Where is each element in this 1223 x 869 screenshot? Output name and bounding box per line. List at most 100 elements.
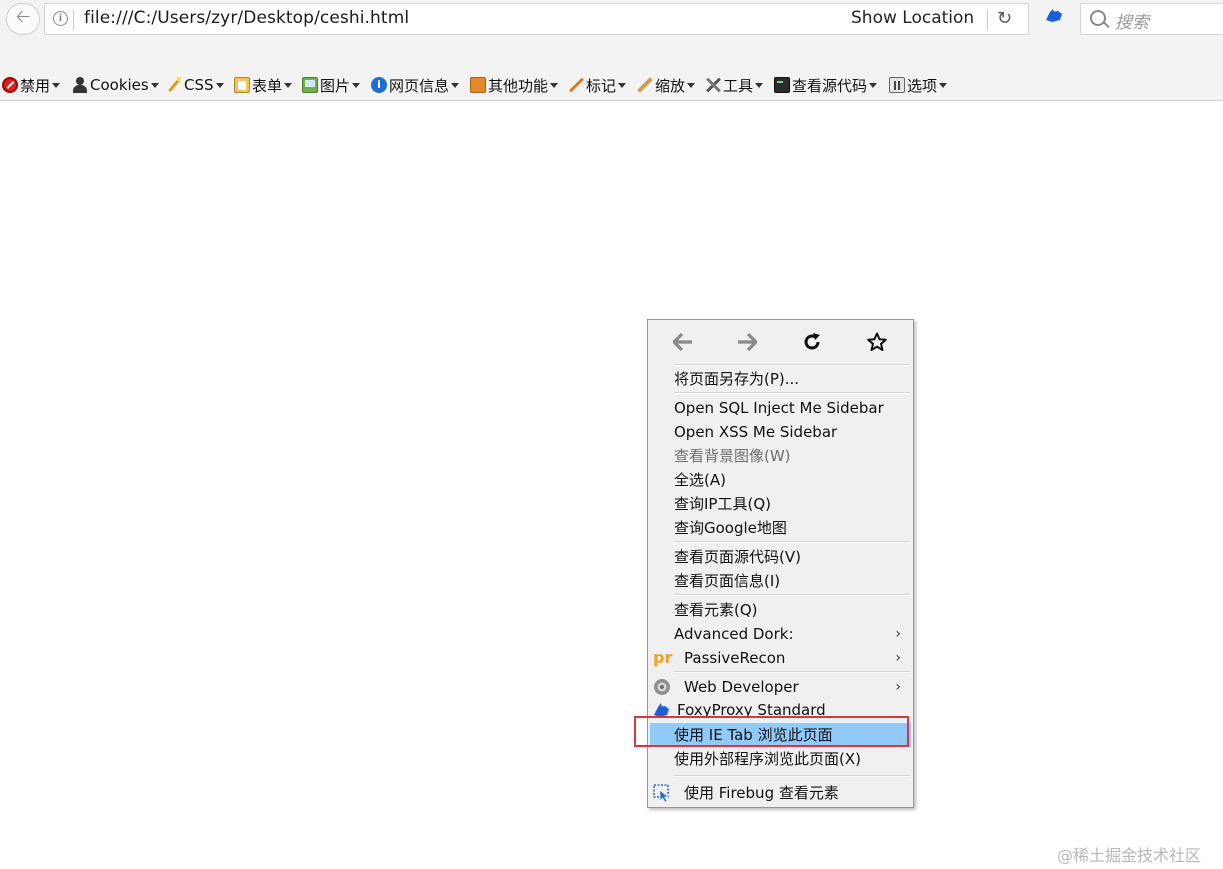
information-icon: i <box>371 77 387 93</box>
search-bar[interactable]: 搜索 <box>1080 3 1223 35</box>
caret-down-icon <box>687 82 696 88</box>
advanced-dork-submenu[interactable]: Advanced Dork: › <box>650 622 911 646</box>
menu-item-label: 使用外部程序浏览此页面(X) <box>674 750 861 768</box>
context-nav-row <box>648 320 913 364</box>
menu-item-label: PassiveRecon <box>684 649 786 667</box>
toolbar-miscellaneous-menu[interactable]: 其他功能 <box>470 75 559 95</box>
toolbar-css-menu[interactable]: CSS <box>166 75 224 95</box>
submenu-arrow-icon: › <box>895 650 901 666</box>
menu-separator <box>674 541 910 543</box>
toolbar-item-label: 网页信息 <box>389 76 450 95</box>
caret-down-icon <box>869 82 878 88</box>
options-icon <box>889 77 905 93</box>
foxyproxy-toolbar-icon[interactable] <box>1044 8 1064 24</box>
caret-down-icon <box>550 82 559 88</box>
url-bar[interactable]: i file:///C:/Users/zyr/Desktop/ceshi.htm… <box>44 3 1029 35</box>
forms-icon <box>234 77 250 93</box>
bookmark-star-icon[interactable] <box>865 331 889 353</box>
toolbar-item-label: 选项 <box>907 76 938 95</box>
outline-icon <box>568 77 584 93</box>
menu-separator <box>674 775 910 777</box>
toolbar-forms-menu[interactable]: 表单 <box>234 75 293 95</box>
navigation-bar: 🡠 i file:///C:/Users/zyr/Desktop/ceshi.h… <box>0 0 1223 60</box>
ip-lookup-item[interactable]: 查询IP工具(Q) <box>650 492 911 516</box>
images-icon <box>302 77 318 93</box>
search-icon <box>1090 10 1106 26</box>
back-icon[interactable] <box>671 331 695 353</box>
caret-down-icon <box>939 82 948 88</box>
caret-down-icon <box>215 82 224 88</box>
toolbar-options-menu[interactable]: 选项 <box>889 75 948 95</box>
save-page-as-item[interactable]: 将页面另存为(P)... <box>650 367 911 391</box>
url-divider-right <box>987 10 988 30</box>
web-developer-toolbar: 禁用 Cookies CSS 表单 图片 i 网页信息 其他功能 标记 缩放 工… <box>0 60 1223 101</box>
submenu-arrow-icon: › <box>895 679 901 695</box>
submenu-arrow-icon: › <box>895 626 901 642</box>
view-page-info-item[interactable]: 查看页面信息(I) <box>650 569 911 593</box>
menu-item-label: Open XSS Me Sidebar <box>674 423 838 441</box>
web-developer-icon <box>654 679 670 695</box>
passiverecon-submenu[interactable]: pr PassiveRecon › <box>650 646 911 670</box>
menu-item-label: 查看页面源代码(V) <box>674 548 801 566</box>
toolbar-item-label: Cookies <box>90 76 149 94</box>
url-divider <box>73 10 74 30</box>
toolbar-cookies-menu[interactable]: Cookies <box>72 75 159 95</box>
firebug-inspect-icon <box>653 784 669 802</box>
menu-item-label: 使用 Firebug 查看元素 <box>684 784 839 802</box>
google-maps-item[interactable]: 查询Google地图 <box>650 516 911 540</box>
toolbar-item-label: CSS <box>184 76 214 94</box>
info-icon[interactable]: i <box>53 11 68 26</box>
reload-icon[interactable]: ↻ <box>997 8 1012 29</box>
passiverecon-icon: pr <box>653 648 673 667</box>
menu-separator <box>674 364 910 366</box>
toolbar-item-label: 图片 <box>320 76 351 95</box>
url-text[interactable]: file:///C:/Users/zyr/Desktop/ceshi.html <box>84 8 409 28</box>
caret-down-icon <box>352 82 361 88</box>
caret-down-icon <box>451 82 460 88</box>
web-developer-submenu[interactable]: Web Developer › <box>650 675 911 699</box>
menu-item-label: 查看元素(Q) <box>674 601 758 619</box>
toolbar-item-label: 工具 <box>723 76 754 95</box>
select-all-item[interactable]: 全选(A) <box>650 468 911 492</box>
external-program-browse-item[interactable]: 使用外部程序浏览此页面(X) <box>650 747 911 771</box>
menu-item-label: 全选(A) <box>674 471 726 489</box>
annotation-highlight-box <box>634 716 909 747</box>
disable-icon <box>2 77 18 93</box>
toolbar-outline-menu[interactable]: 标记 <box>568 75 627 95</box>
menu-separator <box>674 392 910 394</box>
cookies-icon <box>72 77 88 93</box>
toolbar-item-label: 其他功能 <box>488 76 549 95</box>
view-background-image-item: 查看背景图像(W) <box>650 444 911 468</box>
open-sql-inject-me-item[interactable]: Open SQL Inject Me Sidebar <box>650 396 911 420</box>
menu-item-label: Web Developer <box>684 678 799 696</box>
firebug-inspect-item[interactable]: 使用 Firebug 查看元素 <box>650 781 911 805</box>
watermark: @稀土掘金技术社区 <box>1057 846 1202 865</box>
back-button[interactable]: 🡠 <box>6 3 40 35</box>
open-xss-me-item[interactable]: Open XSS Me Sidebar <box>650 420 911 444</box>
toolbar-tools-menu[interactable]: 工具 <box>705 75 764 95</box>
menu-item-label: 查询IP工具(Q) <box>674 495 771 513</box>
css-icon <box>166 77 182 93</box>
toolbar-item-label: 禁用 <box>20 76 51 95</box>
search-placeholder: 搜索 <box>1115 13 1149 33</box>
menu-item-label: 查询Google地图 <box>674 519 787 537</box>
toolbar-information-menu[interactable]: i 网页信息 <box>371 75 460 95</box>
forward-icon[interactable] <box>735 331 759 353</box>
show-location-button[interactable]: Show Location <box>851 8 974 28</box>
miscellaneous-icon <box>470 77 486 93</box>
menu-item-label: 将页面另存为(P)... <box>674 370 800 388</box>
toolbar-item-label: 标记 <box>586 76 617 95</box>
toolbar-view-source-menu[interactable]: 查看源代码 <box>774 75 878 95</box>
caret-down-icon <box>52 82 61 88</box>
toolbar-disable-menu[interactable]: 禁用 <box>2 75 61 95</box>
inspect-element-item[interactable]: 查看元素(Q) <box>650 598 911 622</box>
back-arrow-icon: 🡠 <box>15 6 31 27</box>
menu-item-label: 查看背景图像(W) <box>674 447 791 465</box>
toolbar-resize-menu[interactable]: 缩放 <box>637 75 696 95</box>
caret-down-icon <box>755 82 764 88</box>
view-page-source-item[interactable]: 查看页面源代码(V) <box>650 545 911 569</box>
toolbar-item-label: 表单 <box>252 76 283 95</box>
toolbar-images-menu[interactable]: 图片 <box>302 75 361 95</box>
reload-icon[interactable] <box>800 331 824 353</box>
menu-separator <box>674 594 910 596</box>
